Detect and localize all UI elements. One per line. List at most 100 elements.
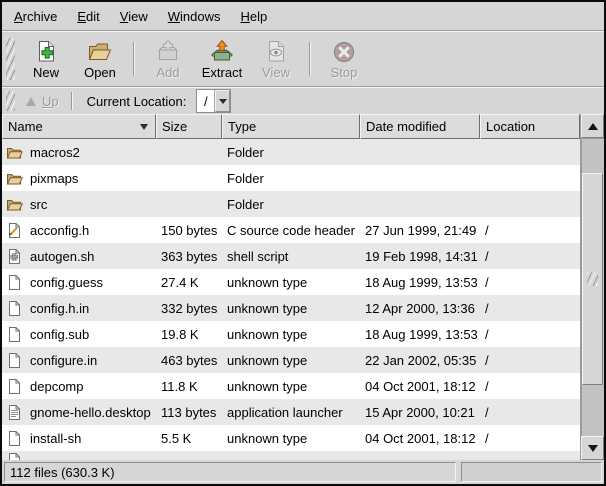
- menu-archive[interactable]: Archive: [4, 4, 67, 29]
- view-file-icon: [263, 39, 289, 65]
- archive-manager-window: ArchiveEditViewWindowsHelp NewOpenAddExt…: [0, 0, 606, 486]
- table-row[interactable]: depcomp11.8 Kunknown type04 Oct 2001, 18…: [2, 373, 580, 399]
- cell-date-modified: 04 Oct 2001, 18:12: [360, 379, 480, 394]
- document-icon: [6, 430, 23, 447]
- table-row[interactable]: srcFolder: [2, 191, 580, 217]
- table-row[interactable]: macros2 Folder: [2, 139, 580, 165]
- sort-descending-icon: [140, 124, 148, 130]
- extract-archive-icon: [209, 39, 235, 65]
- extract-button[interactable]: Extract: [195, 34, 249, 84]
- table-row[interactable]: pixmapsFolder: [2, 165, 580, 191]
- cell-date-modified: 22 Jan 2002, 05:35: [360, 353, 480, 368]
- file-name: src: [30, 197, 47, 212]
- cell-size: 332 bytes: [156, 301, 222, 316]
- file-list-area: NameSize Type Date modified Location macros…: [2, 114, 604, 460]
- cell-date-modified: 04 Oct 2001, 18:12: [360, 431, 480, 446]
- column-header-name[interactable]: Name: [2, 114, 156, 139]
- table-row[interactable]: acconfig.h150 bytesC source code header2…: [2, 217, 580, 243]
- file-name: acconfig.h: [30, 223, 89, 238]
- cell-date-modified: 18 Aug 1999, 13:53: [360, 327, 480, 342]
- statusbar-message-frame: 112 files (630.3 K): [4, 462, 456, 482]
- cell-location: /: [480, 379, 580, 394]
- toolbar-button-label: Stop: [331, 66, 358, 80]
- menu-windows[interactable]: Windows: [158, 4, 231, 29]
- menu-edit[interactable]: Edit: [67, 4, 109, 29]
- up-button[interactable]: Up: [19, 92, 66, 111]
- cell-location: /: [480, 249, 580, 264]
- document-icon: [6, 452, 23, 460]
- arrow-down-icon: [588, 445, 598, 452]
- location-combo-entry[interactable]: /: [197, 90, 215, 112]
- toolbar-button-label: Add: [156, 66, 179, 80]
- cell-name: gnome-hello.desktop: [2, 404, 156, 421]
- cell-type: application launcher: [222, 405, 360, 420]
- cell-name: pixmaps: [2, 170, 156, 187]
- view-button[interactable]: View: [249, 34, 303, 84]
- document-icon: [6, 378, 23, 395]
- cell-location: /: [480, 275, 580, 290]
- new-archive-icon: [33, 39, 59, 65]
- chevron-down-icon: [219, 99, 227, 104]
- toolbar-drag-handle[interactable]: [6, 38, 15, 80]
- scroll-down-button[interactable]: [581, 436, 604, 460]
- stop-button[interactable]: Stop: [317, 34, 371, 84]
- column-header-date-modified[interactable]: Date modified: [360, 114, 480, 139]
- cell-name: autogen.sh: [2, 248, 156, 265]
- arrow-up-icon: [588, 123, 598, 130]
- cell-name: config.sub: [2, 326, 156, 343]
- table-row[interactable]: gnome-hello.desktop113 bytesapplication …: [2, 399, 580, 425]
- vertical-scrollbar[interactable]: [580, 114, 604, 460]
- cell-type: unknown type: [222, 431, 360, 446]
- folder-icon: [6, 144, 23, 161]
- cell-type: unknown type: [222, 327, 360, 342]
- current-location-label: Current Location:: [87, 94, 187, 109]
- cell-date-modified: 27 Jun 1999, 21:49: [360, 223, 480, 238]
- file-name: config.sub: [30, 327, 89, 342]
- table-row[interactable]: autogen.sh363 bytesshell script19 Feb 19…: [2, 243, 580, 269]
- open-archive-icon: [87, 39, 113, 65]
- cell-name: config.guess: [2, 274, 156, 291]
- menu-view[interactable]: View: [110, 4, 158, 29]
- scrollbar-trough[interactable]: [581, 138, 604, 436]
- cell-size: 113 bytes: [156, 405, 222, 420]
- locationbar-divider: [71, 92, 73, 110]
- folder-icon: [6, 196, 23, 213]
- open-button[interactable]: Open: [73, 34, 127, 84]
- cell-location: /: [480, 327, 580, 342]
- file-name: macros2: [30, 145, 80, 160]
- table-header: NameSize Type Date modified Location: [2, 114, 580, 139]
- column-header-location[interactable]: Location: [480, 114, 580, 139]
- cell-size: 27.4 K: [156, 275, 222, 290]
- column-header-type[interactable]: Type: [222, 114, 360, 139]
- menu-help[interactable]: Help: [230, 4, 277, 29]
- column-header-label: Type: [228, 119, 256, 134]
- cell-type: Folder: [222, 145, 360, 160]
- locationbar-drag-handle[interactable]: [6, 91, 15, 111]
- column-header-label: Date modified: [366, 119, 446, 134]
- column-header-size[interactable]: Size: [156, 114, 222, 139]
- table-row[interactable]: config.sub19.8 Kunknown type18 Aug 1999,…: [2, 321, 580, 347]
- add-button[interactable]: Add: [141, 34, 195, 84]
- cell-type: unknown type: [222, 275, 360, 290]
- document-pencil-icon: [6, 222, 23, 239]
- file-name: autogen.sh: [30, 249, 94, 264]
- file-list: macros2FolderpixmapsFoldersrcFolderaccon…: [2, 139, 580, 460]
- location-combo-dropdown-button[interactable]: [215, 90, 230, 112]
- location-bar: Up Current Location: /: [2, 88, 604, 114]
- new-button[interactable]: New: [19, 34, 73, 84]
- status-text: 112 files (630.3 K): [10, 465, 115, 480]
- table-row[interactable]: install-sh5.5 Kunknown type04 Oct 2001, …: [2, 425, 580, 451]
- scrollbar-grip: [587, 272, 598, 286]
- table-row[interactable]: config.guess27.4 Kunknown type18 Aug 199…: [2, 269, 580, 295]
- column-header-label: Location: [486, 119, 535, 134]
- cell-date-modified: 19 Feb 1998, 14:31: [360, 249, 480, 264]
- scrollbar-thumb[interactable]: [582, 173, 603, 385]
- cell-location: /: [480, 405, 580, 420]
- table-row[interactable]: configure.in463 bytesunknown type22 Jan …: [2, 347, 580, 373]
- cell-date-modified: 15 Apr 2000, 10:21: [360, 405, 480, 420]
- file-name: config.guess: [30, 275, 103, 290]
- table-row[interactable]: [2, 451, 580, 460]
- scroll-up-button[interactable]: [581, 114, 604, 138]
- table-row[interactable]: config.h.in332 bytesunknown type12 Apr 2…: [2, 295, 580, 321]
- cell-type: C source code header: [222, 223, 360, 238]
